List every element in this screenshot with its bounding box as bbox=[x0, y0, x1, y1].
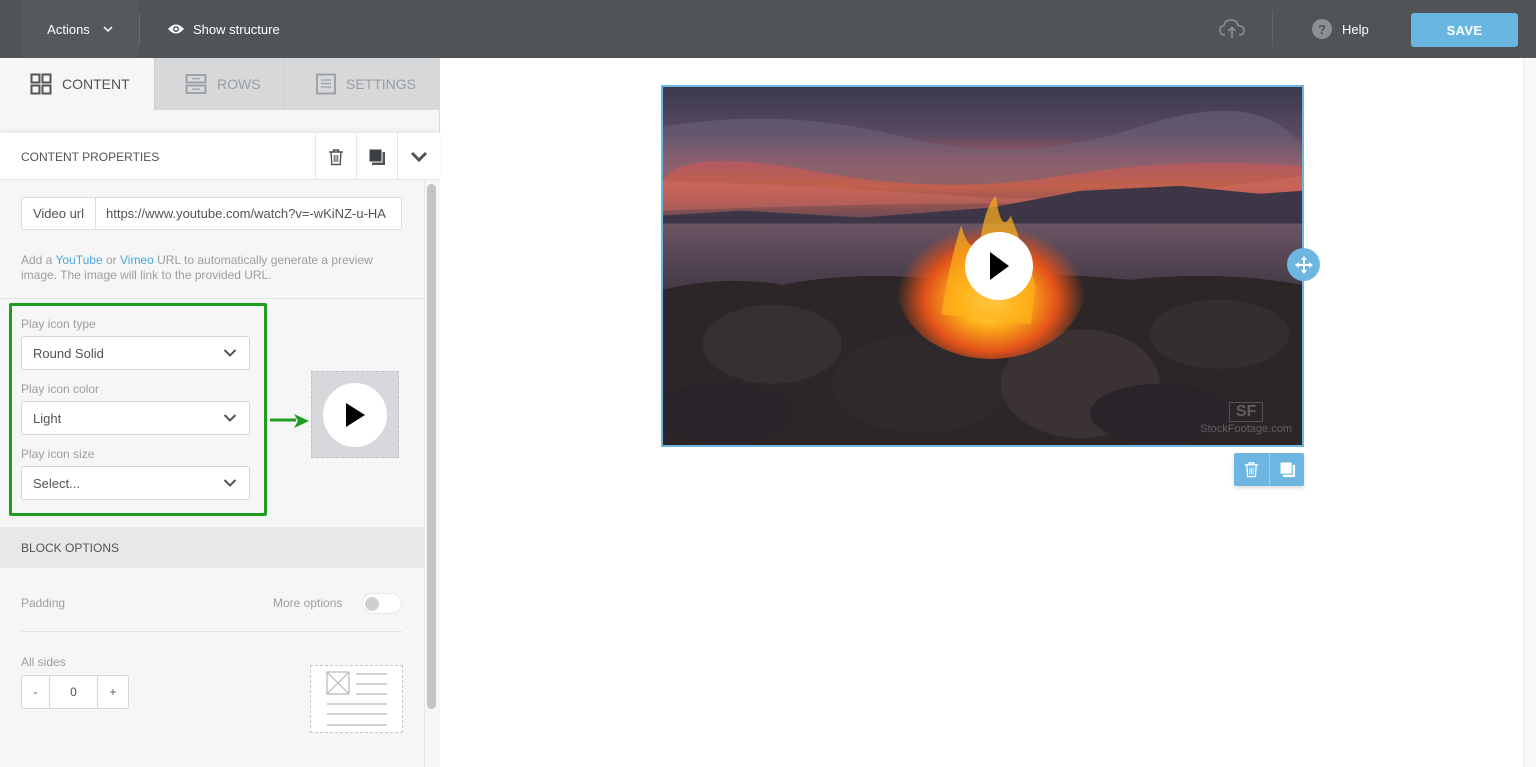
duplicate-content-button[interactable] bbox=[356, 133, 397, 180]
green-arrow-icon bbox=[270, 414, 309, 428]
content-properties-title: CONTENT PROPERTIES bbox=[21, 149, 160, 164]
padding-value-input[interactable] bbox=[50, 676, 97, 708]
video-url-field: Video url bbox=[21, 197, 402, 230]
actions-label: Actions bbox=[47, 21, 90, 37]
padding-stepper: - + bbox=[21, 675, 129, 709]
increment-button[interactable]: + bbox=[97, 676, 128, 708]
show-structure-button[interactable]: Show structure bbox=[167, 0, 280, 58]
decrement-button[interactable]: - bbox=[22, 676, 50, 708]
video-url-label: Video url bbox=[22, 198, 96, 229]
play-icon bbox=[346, 402, 365, 427]
toolbar-divider bbox=[1272, 11, 1273, 47]
trash-icon bbox=[329, 148, 343, 165]
all-sides-label: All sides bbox=[21, 655, 66, 669]
content-properties-header: CONTENT PROPERTIES bbox=[0, 133, 440, 180]
watermark-text: StockFootage.com bbox=[1200, 423, 1292, 435]
duplicate-icon bbox=[1278, 461, 1295, 478]
youtube-link[interactable]: YouTube bbox=[55, 253, 102, 267]
move-handle[interactable] bbox=[1287, 248, 1320, 281]
layout-illustration-icon bbox=[326, 671, 387, 726]
watermark-logo: SF bbox=[1228, 402, 1264, 422]
play-icon bbox=[990, 252, 1009, 280]
duplicate-block-button[interactable] bbox=[1269, 453, 1304, 486]
tab-rows-label: ROWS bbox=[217, 76, 261, 92]
actions-menu-button[interactable]: Actions bbox=[22, 0, 139, 58]
tab-settings[interactable]: SETTINGS bbox=[283, 58, 440, 110]
padding-illustration bbox=[310, 665, 403, 733]
move-arrows-icon bbox=[1294, 255, 1313, 274]
play-icon-color-value: Light bbox=[33, 410, 62, 426]
show-structure-label: Show structure bbox=[193, 21, 280, 37]
video-url-hint: Add a YouTube or Vimeo URL to automatica… bbox=[21, 253, 406, 283]
play-icon-type-label: Play icon type bbox=[21, 317, 96, 331]
play-icon-size-label: Play icon size bbox=[21, 447, 95, 461]
help-label: Help bbox=[1342, 21, 1369, 37]
chevron-down-icon bbox=[410, 151, 428, 162]
canvas-right-gutter bbox=[1523, 58, 1536, 767]
eye-icon bbox=[168, 24, 184, 34]
hint-text: or bbox=[102, 253, 120, 267]
trash-icon bbox=[1244, 462, 1259, 478]
chevron-down-icon bbox=[223, 479, 237, 487]
play-icon-preview bbox=[311, 371, 399, 458]
delete-content-button[interactable] bbox=[315, 133, 356, 180]
video-block[interactable]: SF StockFootage.com bbox=[661, 85, 1304, 447]
chevron-down-icon bbox=[103, 26, 113, 33]
settings-list-icon bbox=[316, 73, 336, 95]
tab-rows[interactable]: ROWS bbox=[154, 58, 283, 110]
more-options-toggle[interactable] bbox=[362, 593, 402, 614]
vimeo-link[interactable]: Vimeo bbox=[120, 253, 154, 267]
play-icon-type-select[interactable]: Round Solid bbox=[21, 336, 250, 370]
rows-icon bbox=[185, 74, 207, 94]
collapse-properties-button[interactable] bbox=[397, 133, 440, 180]
side-panel: CONTENT ROWS SETTINGS CONTENT PROPERTIES… bbox=[0, 58, 440, 767]
play-icon-size-value: Select... bbox=[33, 475, 80, 491]
padding-label: Padding bbox=[21, 596, 66, 610]
toggle-knob bbox=[365, 597, 379, 611]
more-options-label: More options bbox=[273, 596, 343, 610]
toolbar-divider bbox=[139, 14, 140, 44]
video-play-button[interactable] bbox=[965, 232, 1033, 300]
play-icon-type-value: Round Solid bbox=[33, 345, 104, 361]
panel-tabs: CONTENT ROWS SETTINGS bbox=[0, 58, 440, 110]
tab-content-label: CONTENT bbox=[62, 76, 130, 92]
play-icon-color-label: Play icon color bbox=[21, 382, 100, 396]
tab-content[interactable]: CONTENT bbox=[0, 58, 154, 110]
duplicate-icon bbox=[368, 148, 385, 165]
help-icon: ? bbox=[1312, 19, 1332, 39]
video-watermark: SF StockFootage.com bbox=[1200, 402, 1292, 435]
divider bbox=[21, 631, 402, 632]
hint-text: Add a bbox=[21, 253, 56, 267]
chevron-down-icon bbox=[223, 349, 237, 357]
tab-settings-label: SETTINGS bbox=[346, 76, 417, 92]
delete-block-button[interactable] bbox=[1234, 453, 1269, 486]
chevron-down-icon bbox=[223, 414, 237, 422]
cloud-upload-icon[interactable] bbox=[1218, 17, 1246, 41]
video-url-input[interactable] bbox=[96, 198, 401, 229]
block-actions bbox=[1234, 453, 1304, 486]
panel-scrollbar-thumb[interactable] bbox=[427, 184, 436, 709]
play-icon-size-select[interactable]: Select... bbox=[21, 466, 250, 500]
help-button[interactable]: ? Help bbox=[1312, 0, 1369, 58]
play-icon-color-select[interactable]: Light bbox=[21, 401, 250, 435]
top-toolbar: Actions Show structure ? Help SAVE bbox=[0, 0, 1536, 58]
grid-icon bbox=[30, 73, 52, 95]
play-circle bbox=[323, 382, 387, 447]
block-options-header: BLOCK OPTIONS bbox=[0, 527, 424, 568]
divider bbox=[0, 298, 424, 299]
save-button[interactable]: SAVE bbox=[1411, 13, 1518, 47]
